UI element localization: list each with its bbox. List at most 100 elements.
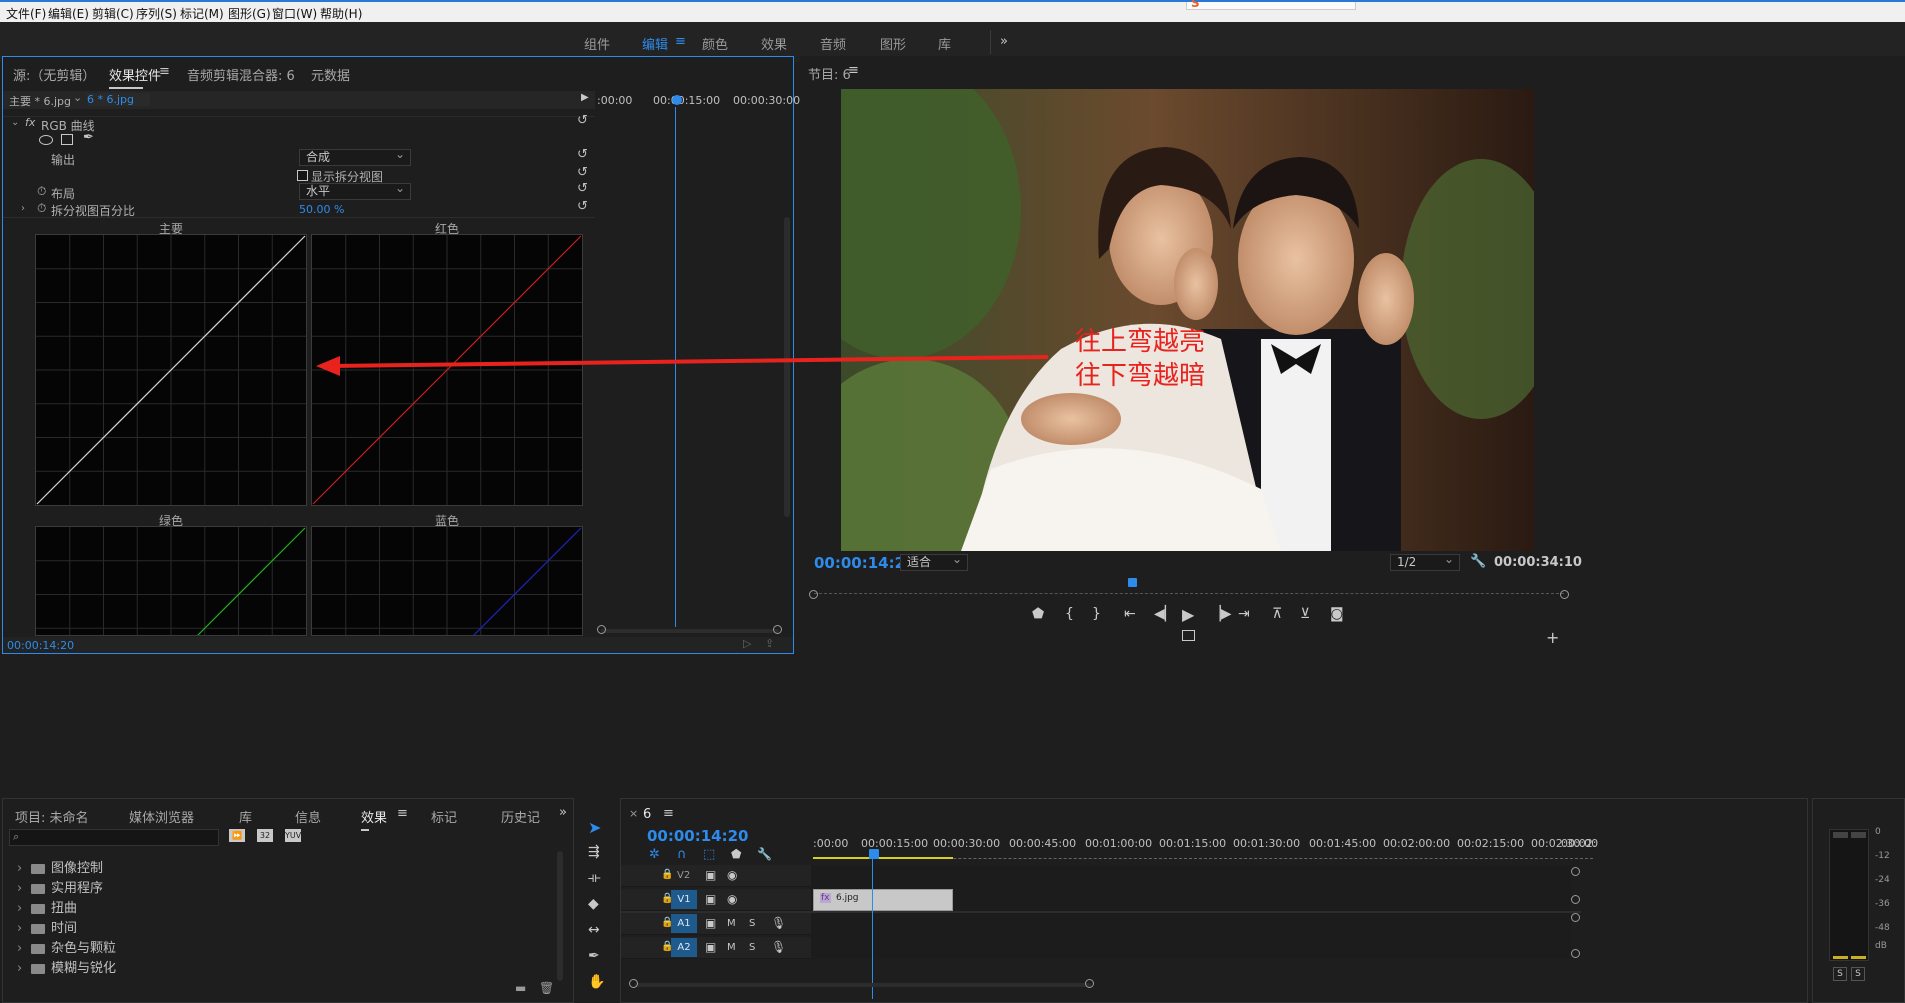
step-forward-icon[interactable]: ▕▶ [1210, 606, 1232, 622]
fx-badge-icon[interactable]: fx [25, 116, 35, 129]
program-playhead[interactable] [1128, 578, 1137, 587]
timeline-playhead-handle[interactable] [869, 849, 879, 859]
mute-button[interactable]: M [727, 918, 736, 929]
menu-marker[interactable]: 标记(M) [180, 5, 224, 22]
workspace-tab-audio[interactable]: 音频 [820, 34, 846, 53]
microphone-icon[interactable]: 🎙 [771, 916, 786, 930]
rectangle-mask-icon[interactable] [61, 134, 73, 145]
ellipse-mask-icon[interactable] [39, 135, 53, 145]
workspace-tab-editing[interactable]: 编辑 [642, 34, 668, 53]
master-curve-svg[interactable] [36, 235, 306, 505]
accelerated-effects-icon[interactable]: ⏩ [229, 829, 245, 842]
ec-vertical-scrollbar[interactable] [784, 217, 790, 517]
wrench-icon[interactable]: 🔧 [757, 847, 772, 861]
input-method-toolbar[interactable]: S [1186, 0, 1356, 10]
track-name-a2[interactable]: A2 [671, 938, 697, 957]
workspace-menu-icon[interactable]: ≡ [675, 34, 686, 49]
eye-icon[interactable]: ◉ [727, 868, 737, 882]
master-clip-label[interactable]: 主要 * 6.jpg [9, 93, 71, 109]
reset-icon[interactable]: ↺ [577, 199, 588, 214]
effects-folder[interactable]: › 图像控制 [17, 857, 103, 876]
split-percent-value[interactable]: 50.00 % [299, 203, 344, 216]
export-icon[interactable]: ⇪ [765, 637, 774, 650]
panel-menu-icon[interactable]: ≡ [397, 806, 408, 821]
track-header-a1[interactable]: 🔒 A1 ▣ M S 🎙 [621, 913, 811, 935]
filter-icon[interactable]: ▷ [743, 637, 751, 650]
tab-effect-controls[interactable]: 效果控件 [109, 65, 161, 89]
tab-effects[interactable]: 效果 [361, 807, 387, 831]
trash-icon[interactable]: 🗑 [539, 981, 554, 995]
tab-source[interactable]: 源:（无剪辑） [13, 65, 95, 84]
reset-icon[interactable]: ↺ [577, 165, 588, 180]
program-scrub-bar[interactable] [814, 586, 1564, 594]
selection-tool-icon[interactable]: ➤ [588, 818, 601, 837]
chevron-right-icon[interactable]: › [21, 203, 25, 214]
safe-margins-icon[interactable] [1182, 630, 1195, 641]
wrench-icon[interactable]: 🔧 [1470, 554, 1486, 569]
track-scroll-handle[interactable] [1571, 895, 1580, 904]
track-name-a1[interactable]: A1 [671, 914, 697, 933]
razor-tool-icon[interactable]: ◆ [588, 896, 599, 912]
effects-scrollbar[interactable] [557, 851, 563, 981]
effects-search-input[interactable]: ⌕ [9, 829, 219, 846]
add-button-icon[interactable]: + [1546, 628, 1559, 647]
panel-menu-icon[interactable]: ≡ [159, 64, 170, 79]
yuv-effects-icon[interactable]: YUV [285, 829, 301, 842]
track-select-tool-icon[interactable]: ⇶ [588, 844, 600, 860]
zoom-handle-right[interactable] [773, 625, 782, 634]
chevron-down-icon[interactable]: ⌄ [73, 91, 82, 104]
red-curve-graph[interactable] [311, 234, 583, 506]
work-area-bar[interactable] [813, 857, 953, 859]
marker-icon[interactable]: ⬟ [731, 847, 741, 861]
resolution-dropdown[interactable]: 1/2 [1390, 552, 1460, 571]
menu-sequence[interactable]: 序列(S) [136, 5, 177, 22]
reset-icon[interactable]: ↺ [577, 181, 588, 196]
reset-icon[interactable]: ↺ [577, 147, 588, 162]
sequence-tab[interactable]: 6 [643, 807, 651, 822]
pen-tool-icon[interactable]: ✒ [588, 948, 600, 964]
export-frame-camera-icon[interactable]: ◙ [1330, 606, 1344, 622]
blue-curve-graph[interactable] [311, 526, 583, 636]
ec-timeline-ruler[interactable]: :00:00 00:00:15:00 00:00:30:00 [597, 91, 800, 109]
tab-libraries[interactable]: 库 [239, 807, 252, 826]
add-marker-icon[interactable]: ⬚ [703, 847, 715, 862]
green-curve-svg[interactable] [36, 527, 306, 636]
slip-tool-icon[interactable]: ↔ [588, 922, 600, 938]
effects-folder[interactable]: › 扭曲 [17, 897, 77, 916]
tab-project[interactable]: 项目: 未命名 [15, 807, 89, 826]
workspace-tab-libraries[interactable]: 库 [938, 34, 951, 53]
step-back-icon[interactable]: ◀▏ [1154, 606, 1176, 622]
menu-window[interactable]: 窗口(W) [272, 5, 317, 22]
timeline-timecode[interactable]: 00:00:14:20 [647, 827, 749, 845]
chevron-down-icon[interactable]: ⌄ [11, 117, 19, 128]
workspace-tab-graphics[interactable]: 图形 [880, 34, 906, 53]
zoom-handle-right[interactable] [1085, 979, 1094, 988]
mark-out-icon[interactable]: } [1092, 606, 1101, 622]
ripple-edit-tool-icon[interactable]: ⟛ [588, 870, 601, 886]
linked-selection-icon[interactable]: ∩ [677, 847, 687, 862]
zoom-handle-left[interactable] [629, 979, 638, 988]
effects-folder[interactable]: › 杂色与颗粒 [17, 937, 116, 956]
track-header-v1[interactable]: 🔒 V1 ▣ ◉ [621, 889, 811, 911]
zoom-handle-right[interactable] [1560, 590, 1569, 599]
program-video-frame[interactable] [841, 89, 1534, 551]
panel-menu-icon[interactable]: ≡ [848, 63, 859, 78]
new-bin-icon[interactable]: ▬ [515, 981, 526, 995]
video-clip[interactable]: fx 6.jpg [813, 889, 953, 911]
effects-folder[interactable]: › 时间 [17, 917, 77, 936]
blue-curve-svg[interactable] [312, 527, 582, 636]
track-name-v1[interactable]: V1 [671, 890, 697, 909]
output-dropdown[interactable]: 合成 [299, 147, 411, 166]
ec-horizontal-scrollbar[interactable] [601, 629, 779, 633]
workspace-tab-assembly[interactable]: 组件 [584, 34, 610, 53]
solo-button[interactable]: S [749, 918, 755, 929]
menu-help[interactable]: 帮助(H) [320, 5, 362, 22]
fit-dropdown[interactable]: 适合 [900, 552, 968, 571]
track-scroll-handle[interactable] [1571, 867, 1580, 876]
track-header-a2[interactable]: 🔒 A2 ▣ M S 🎙 [621, 937, 811, 959]
layout-dropdown[interactable]: 水平 [299, 181, 411, 200]
close-icon[interactable]: × [629, 807, 638, 820]
32bit-effects-icon[interactable]: 32 [257, 829, 273, 842]
mute-button[interactable]: M [727, 942, 736, 953]
zoom-handle-left[interactable] [809, 590, 818, 599]
